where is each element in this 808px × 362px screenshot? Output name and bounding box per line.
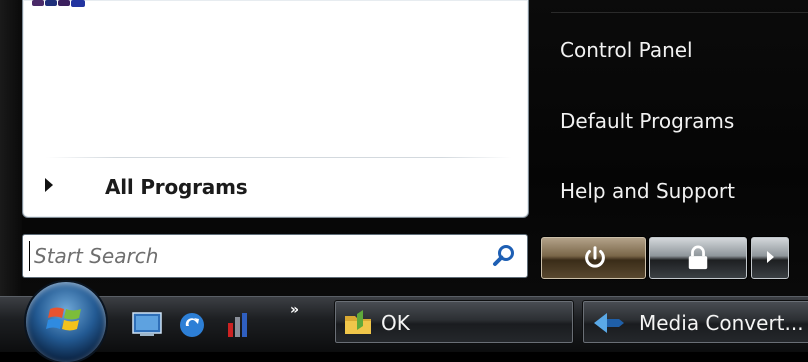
default-programs-link[interactable]: Default Programs — [560, 109, 734, 133]
bar-app-icon[interactable] — [224, 311, 252, 339]
power-icon — [585, 246, 605, 268]
control-panel-link[interactable]: Control Panel — [560, 38, 693, 62]
search-icon[interactable] — [491, 243, 517, 269]
power-button[interactable] — [540, 236, 647, 280]
all-programs-label: All Programs — [105, 175, 248, 199]
lock-icon — [688, 245, 708, 270]
arrow-right-icon — [45, 178, 53, 192]
program-icon-fragment[interactable] — [32, 0, 92, 14]
quicklaunch-overflow-chevron[interactable]: » — [290, 302, 299, 318]
lock-button[interactable] — [648, 236, 748, 280]
all-programs-button[interactable]: All Programs — [36, 170, 516, 208]
switch-windows-icon[interactable] — [178, 311, 206, 339]
media-converter-icon — [594, 313, 624, 333]
taskbar-button-label: OK — [381, 311, 410, 335]
start-menu-edge — [0, 0, 22, 296]
programs-divider — [46, 157, 512, 158]
arrow-right-icon — [767, 251, 774, 263]
taskbar-button-label: Media Convert... — [639, 311, 804, 335]
right-column-divider — [551, 12, 808, 13]
show-desktop-icon[interactable] — [132, 311, 162, 337]
start-button[interactable] — [26, 282, 106, 362]
taskbar-button-media-convert[interactable]: Media Convert... — [582, 300, 808, 344]
search-input[interactable] — [29, 241, 484, 271]
taskbar-button-ok[interactable]: OK — [334, 300, 574, 344]
help-and-support-link[interactable]: Help and Support — [560, 179, 735, 203]
search-box[interactable] — [22, 234, 528, 278]
folder-icon — [345, 310, 371, 334]
shutdown-options-button[interactable] — [750, 236, 790, 280]
windows-logo-icon — [46, 307, 81, 331]
